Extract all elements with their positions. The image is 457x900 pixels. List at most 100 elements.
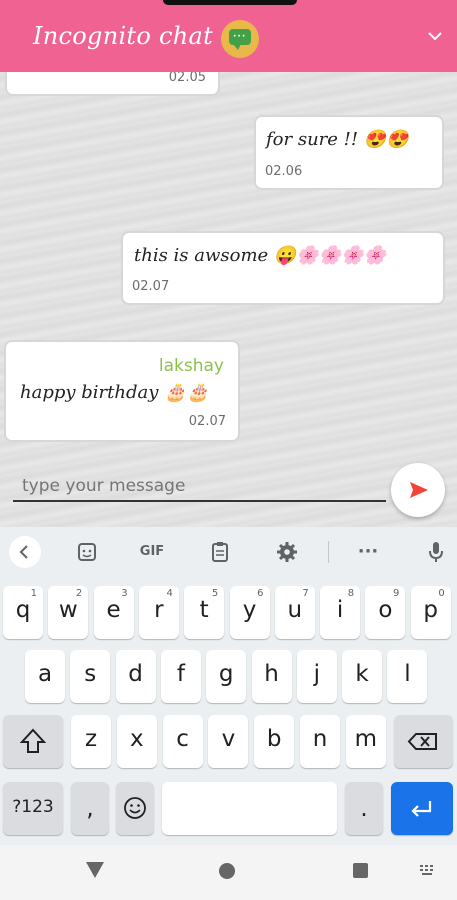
back-triangle-icon[interactable] [86, 862, 104, 878]
key-a[interactable]: a [25, 650, 65, 703]
key-t[interactable]: 5t [184, 586, 225, 639]
message-bubble[interactable]: this is awsome 😛🌸🌸🌸🌸 02.07 [121, 231, 445, 305]
message-time: 02.07 [132, 279, 170, 294]
period-key[interactable]: . [345, 782, 383, 835]
key-label: a [37, 661, 53, 687]
key-label: g [218, 661, 234, 687]
key-label: w [58, 597, 78, 623]
key-o[interactable]: 9o [365, 586, 406, 639]
key-x[interactable]: x [116, 715, 157, 768]
message-input[interactable] [22, 476, 382, 496]
key-c[interactable]: c [162, 715, 203, 768]
app-bar: Incognito chat ··· [0, 0, 457, 72]
key-g[interactable]: g [206, 650, 247, 703]
key-l[interactable]: l [387, 650, 428, 703]
key-s[interactable]: s [70, 650, 111, 703]
send-button[interactable] [391, 463, 445, 517]
period-label: . [360, 796, 368, 822]
keyboard-grip-icon[interactable] [420, 865, 434, 877]
key-y[interactable]: 6y [229, 586, 270, 639]
key-label: u [287, 597, 303, 623]
symbols-key[interactable]: ?123 [3, 782, 63, 835]
more-options-button[interactable]: ··· [355, 539, 381, 565]
key-q[interactable]: 1q [3, 586, 43, 639]
message-bubble[interactable]: for sure !! 😍😍 02.06 [254, 115, 444, 190]
key-label: k [355, 661, 369, 687]
gear-icon[interactable] [274, 539, 300, 565]
key-label: m [354, 726, 377, 752]
key-label: f [176, 661, 185, 687]
key-label: s [84, 661, 97, 687]
keyboard-toolbar: GIF ··· [0, 527, 457, 577]
key-w[interactable]: 2w [48, 586, 89, 639]
key-p[interactable]: 0p [410, 586, 451, 639]
key-z[interactable]: z [71, 715, 111, 768]
home-circle-icon[interactable] [219, 863, 235, 879]
key-label: h [264, 661, 279, 687]
shift-icon [19, 728, 47, 753]
input-underline [13, 500, 386, 502]
keyboard: GIF ··· 1q2w3e4r5t6y7u8i9o0p a s d f g h j k l z… [0, 527, 457, 845]
chat-bubble-icon: ··· [221, 20, 259, 58]
backspace-key[interactable] [394, 715, 453, 768]
toolbar-divider [328, 541, 329, 563]
recents-square-icon[interactable] [353, 863, 368, 878]
message-time: 02.06 [265, 164, 303, 179]
sticker-icon[interactable] [74, 539, 100, 565]
message-bubble[interactable]: lakshay happy birthday 🎂🎂 02.07 [4, 340, 240, 442]
message-time: 02.07 [188, 414, 226, 429]
key-m[interactable]: m [345, 715, 386, 768]
key-label: o [378, 597, 393, 623]
emoji: 😛🌸🌸🌸🌸 [273, 245, 386, 266]
emoji-key[interactable] [116, 782, 154, 835]
key-label: x [129, 726, 144, 752]
key-label: p [423, 597, 438, 623]
gif-button[interactable]: GIF [135, 539, 169, 565]
key-label: c [176, 726, 189, 752]
microphone-icon[interactable] [423, 539, 449, 565]
key-label: e [106, 597, 121, 623]
key-f[interactable]: f [160, 650, 201, 703]
space-key[interactable] [162, 782, 337, 835]
camera-notch [163, 0, 297, 5]
key-label: q [15, 597, 31, 623]
clipboard-icon[interactable] [207, 539, 233, 565]
key-label: l [404, 661, 411, 687]
message-text: for sure !! 😍😍 [266, 129, 409, 150]
key-j[interactable]: j [296, 650, 337, 703]
key-label: d [128, 661, 143, 687]
emoji-icon [124, 797, 146, 819]
key-label: z [84, 726, 98, 752]
key-d[interactable]: d [115, 650, 156, 703]
emoji: 😍😍 [363, 129, 409, 150]
send-icon [410, 482, 428, 498]
key-r[interactable]: 4r [138, 586, 179, 639]
key-v[interactable]: v [208, 715, 249, 768]
chevron-left-icon[interactable] [9, 536, 41, 568]
backspace-icon [407, 733, 437, 750]
key-label: j [313, 661, 320, 687]
message-text: happy birthday 🎂🎂 [20, 382, 209, 403]
chevron-down-icon[interactable] [427, 28, 443, 44]
key-label: b [266, 726, 282, 752]
navigation-bar [0, 845, 457, 900]
key-u[interactable]: 7u [274, 586, 315, 639]
sender-name: lakshay [158, 356, 224, 376]
key-e[interactable]: 3e [93, 586, 134, 639]
key-n[interactable]: n [300, 715, 340, 768]
key-label: n [312, 726, 328, 752]
key-b[interactable]: b [254, 715, 295, 768]
key-label: r [154, 597, 164, 623]
shift-key[interactable] [3, 715, 63, 768]
key-label: i [336, 597, 344, 623]
key-h[interactable]: h [251, 650, 292, 703]
enter-key[interactable] [391, 782, 453, 835]
key-label: t [199, 597, 209, 623]
key-i[interactable]: 8i [320, 586, 361, 639]
key-label: y [242, 597, 257, 623]
symbols-label: ?123 [12, 797, 54, 817]
key-k[interactable]: k [342, 650, 383, 703]
app-title: Incognito chat [33, 22, 214, 50]
comma-key[interactable]: , [71, 782, 109, 835]
emoji: 🎂🎂 [164, 382, 209, 403]
